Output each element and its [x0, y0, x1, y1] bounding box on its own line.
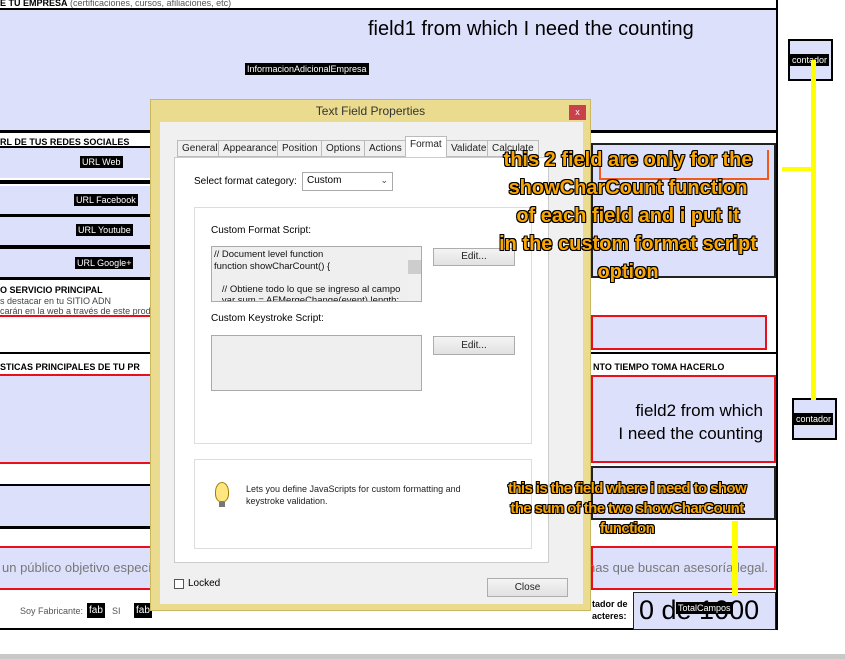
annotation-bottom: this is the field where i need to show t…: [472, 479, 782, 539]
section-company-header: E TU EMPRESA (certificaciones, cursos, a…: [0, 0, 231, 8]
dialog-close-icon[interactable]: x: [569, 105, 586, 120]
audience-right-text: onas que buscan asesoría legal.: [580, 560, 768, 575]
url-youtube-field[interactable]: URL Youtube: [0, 217, 150, 245]
taskbar: [0, 654, 845, 659]
service-field-right[interactable]: [591, 315, 767, 350]
tab-appearance[interactable]: Appearance: [218, 140, 282, 157]
features-field[interactable]: [0, 374, 152, 464]
url-facebook-field[interactable]: URL Facebook: [0, 186, 150, 214]
tab-options[interactable]: Options: [321, 140, 366, 157]
script-scrollbar[interactable]: [408, 247, 421, 301]
tab-position[interactable]: Position: [277, 140, 323, 157]
annotation-top-line: of each field and i put it: [516, 205, 740, 227]
section-company-title: E TU EMPRESA: [0, 0, 68, 8]
total-counter-field[interactable]: 0 de 1000 TotalCampos: [633, 592, 776, 630]
chevron-down-icon: ⌄: [380, 175, 388, 185]
fab-tag-1: fab: [87, 603, 105, 618]
custom-format-label: Custom Format Script:: [211, 225, 312, 236]
counter-label: tador de acteres:: [592, 598, 628, 622]
contador-field-2[interactable]: contador: [792, 398, 837, 440]
audience-field-left[interactable]: un público objetivo específic: [0, 546, 165, 590]
tab-actions[interactable]: Actions: [364, 140, 407, 157]
annotation-top: this 2 field are only for the showCharCo…: [468, 146, 788, 286]
annotation-top-line: showCharCount function: [508, 177, 748, 199]
annotation-top-line: this 2 field are only for the: [503, 149, 753, 171]
url-googleplus-field[interactable]: URL Google+: [0, 249, 150, 277]
annotation-top-line: option: [597, 261, 659, 283]
url-web-field[interactable]: URL Web: [0, 148, 150, 178]
total-field-name-tag: TotalCampos: [676, 602, 733, 614]
audience-left-text: un público objetivo específic: [2, 560, 165, 575]
custom-format-script[interactable]: // Document level function function show…: [211, 246, 422, 302]
format-category-select[interactable]: Custom ⌄: [302, 172, 393, 191]
close-button[interactable]: Close: [487, 578, 568, 597]
info-text: Lets you define JavaScripts for custom f…: [246, 484, 461, 506]
contador-tag-2: contador: [794, 413, 834, 425]
locked-label: Locked: [188, 578, 221, 589]
dialog-title: Text Field Properties: [315, 104, 426, 118]
annotation-bottom-line: the sum of the two showCharCount: [510, 500, 744, 517]
service-line-1: s destacar en tu SITIO ADN: [0, 296, 112, 306]
tab-format[interactable]: Format: [405, 136, 447, 157]
si-label: SI: [112, 606, 121, 616]
locked-checkbox[interactable]: [174, 579, 184, 589]
format-category-value: Custom: [307, 175, 342, 186]
field1-text: field1 from which I need the counting: [368, 18, 694, 40]
extra-field-left[interactable]: [0, 486, 150, 526]
contador-tag-1: contador: [790, 54, 830, 66]
field2-input[interactable]: field2 from which I need the counting: [591, 375, 776, 463]
audience-field-right[interactable]: onas que buscan asesoría legal.: [581, 546, 776, 590]
section-company-note: (certificaciones, cursos, afiliaciones, …: [70, 0, 232, 8]
annotation-line-vertical: [811, 60, 816, 400]
section-service-title: O SERVICIO PRINCIPAL: [0, 285, 103, 295]
edit-keystroke-button[interactable]: Edit...: [433, 336, 515, 355]
annotation-bottom-line: this is the field where i need to show: [507, 480, 747, 497]
lightbulb-icon: [215, 482, 229, 502]
url-googleplus-tag: URL Google+: [75, 257, 134, 269]
url-facebook-tag: URL Facebook: [74, 194, 138, 206]
section-features-title: STICAS PRINCIPALES DE TU PR: [0, 362, 140, 372]
annotation-bottom-line: function: [599, 520, 655, 537]
counter-label-line-2: acteres:: [592, 611, 627, 621]
field2-text: field2 from which I need the counting: [593, 399, 763, 445]
tab-general[interactable]: General: [177, 140, 223, 157]
annotation-top-line: in the custom format script: [499, 233, 757, 255]
url-youtube-tag: URL Youtube: [76, 224, 133, 236]
field2-line-1: field2 from which: [635, 401, 763, 420]
counter-label-line-1: tador de: [592, 599, 628, 609]
field2-line-2: I need the counting: [618, 424, 763, 443]
fabricante-label: Soy Fabricante:: [20, 606, 84, 616]
custom-keystroke-label: Custom Keystroke Script:: [211, 313, 324, 324]
field1-name-tag: InformacionAdicionalEmpresa: [245, 63, 369, 75]
url-web-tag: URL Web: [80, 156, 123, 168]
format-category-label: Select format category:: [194, 176, 297, 187]
custom-keystroke-script[interactable]: [211, 335, 422, 391]
section-time-title: NTO TIEMPO TOMA HACERLO: [593, 362, 725, 372]
